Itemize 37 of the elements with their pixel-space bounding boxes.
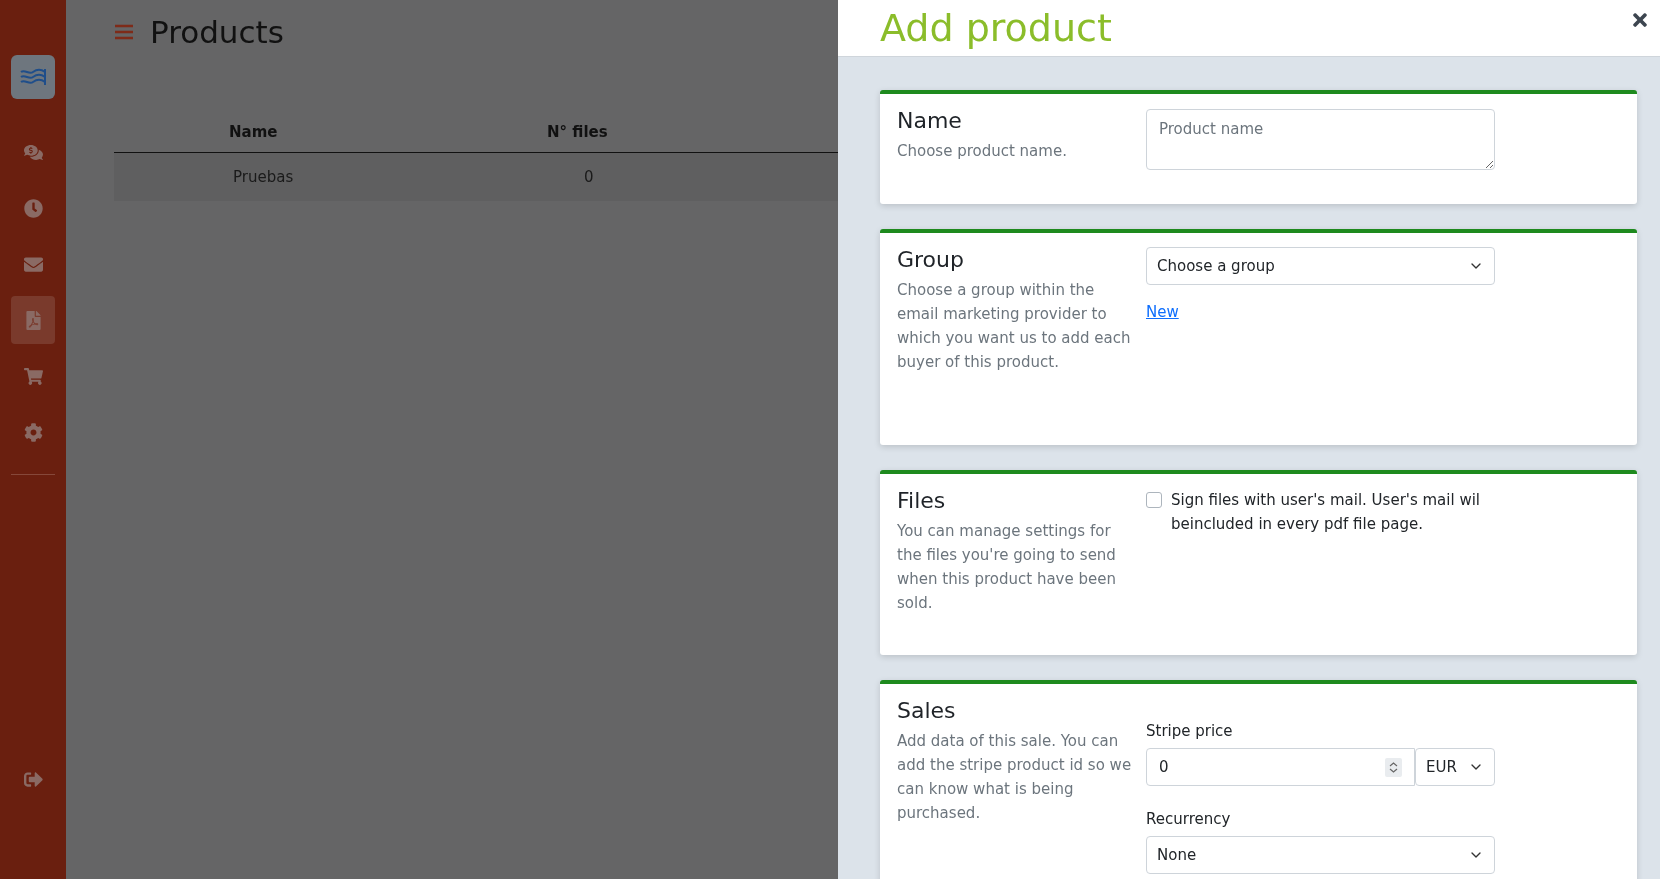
- cart-icon: [23, 366, 43, 386]
- table-cell-text: 0: [583, 168, 595, 186]
- product-name-field[interactable]: Product name: [1146, 109, 1495, 170]
- close-icon: [1630, 10, 1650, 30]
- waves-logo-icon: [19, 66, 47, 88]
- checkbox[interactable]: [1146, 492, 1162, 508]
- section-title: Files: [897, 488, 947, 513]
- section-title: Sales: [897, 698, 957, 723]
- clock-icon: [23, 198, 43, 218]
- drawer-title: Add product: [880, 6, 1112, 50]
- envelope-icon: [23, 254, 43, 274]
- section-description: Choose product name.: [897, 141, 1068, 162]
- settings-icon: [23, 422, 43, 442]
- table-cell-text: Pruebas: [232, 168, 295, 186]
- spinner-icon: [1385, 757, 1402, 777]
- new-group-link[interactable]: New: [1146, 303, 1179, 321]
- section-description: Add data of this sale. You can add the stripe product id so we can know what is being purchased.: [897, 731, 1133, 824]
- menu-icon[interactable]: [114, 24, 134, 40]
- field-label: Recurrency: [1146, 810, 1232, 828]
- column-header: Name: [228, 123, 279, 143]
- section-title: Name: [897, 108, 963, 133]
- page-title: Products: [150, 14, 284, 50]
- section-description: You can manage settings for the files you're going to send when this product have been sold.: [897, 521, 1117, 614]
- recurrency-select[interactable]: None: [1146, 836, 1495, 874]
- field-label: Stripe price: [1146, 722, 1234, 740]
- currency-select[interactable]: EUR: [1415, 748, 1495, 786]
- column-header: N° files: [546, 123, 609, 143]
- nav-item[interactable]: [11, 296, 55, 344]
- checkbox-label: Sign files with user's mail. User's mail wil beincluded in every pdf file page.: [1171, 490, 1481, 535]
- section-title: Group: [897, 247, 965, 272]
- section-description: Choose a group within the email marketing provider to which you want us to add each buyer of this product.: [897, 280, 1132, 373]
- price-field[interactable]: 0: [1146, 748, 1415, 786]
- logo[interactable]: [11, 55, 55, 99]
- logout-icon[interactable]: [23, 770, 43, 789]
- pdf-file-icon: [23, 310, 43, 330]
- chat-dollar-icon: [23, 142, 43, 162]
- group-select[interactable]: Choose a group: [1146, 247, 1495, 285]
